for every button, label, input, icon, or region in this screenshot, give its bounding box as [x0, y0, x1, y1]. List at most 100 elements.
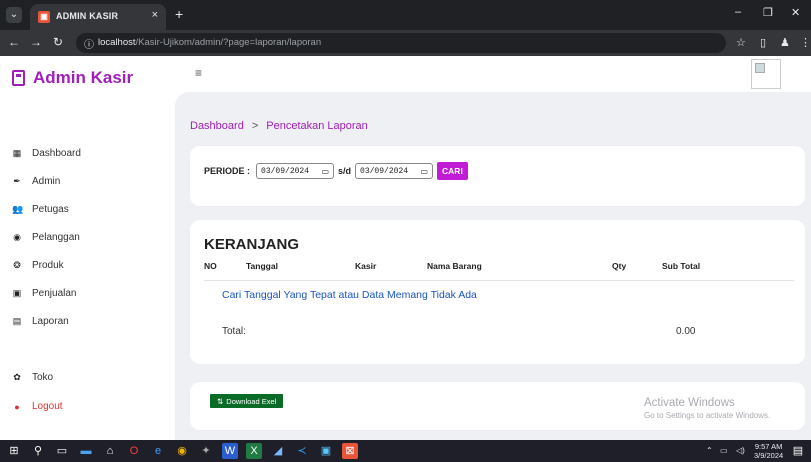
calculator-icon — [12, 70, 25, 86]
url-text: localhost/Kasir-Ujikom/admin/?page=lapor… — [98, 37, 322, 48]
table-header: NO Tanggal Kasir Nama Barang Qty Sub Tot… — [204, 261, 794, 275]
url-input[interactable]: ⓘ localhost/Kasir-Ujikom/admin/?page=lap… — [76, 33, 726, 53]
sidebar-item-toko[interactable]: ✿ Toko — [12, 372, 53, 383]
minimize-icon[interactable]: – — [735, 6, 741, 18]
logout-icon: ● — [14, 401, 20, 412]
sidebar-item-label: Penjualan — [32, 288, 77, 299]
date-to-input[interactable]: 03/09/2024 ▭ — [355, 163, 434, 179]
total-label: Total: — [222, 326, 246, 337]
browser-tab[interactable]: ▣ ADMIN KASIR × — [30, 4, 166, 30]
word-icon[interactable]: W — [222, 443, 238, 459]
store-icon: ✿ — [13, 372, 21, 382]
new-tab-icon[interactable]: + — [175, 6, 183, 22]
sidebar-item-label: Produk — [32, 260, 64, 271]
sidebar-item-penjualan[interactable]: ▣ Penjualan — [12, 288, 77, 299]
empty-result-message: Cari Tanggal Yang Tepat atau Data Memang… — [222, 289, 477, 301]
app-icon[interactable]: ✦ — [198, 443, 214, 459]
product-icon: ❂ — [13, 260, 21, 270]
sidebar-item-admin[interactable]: ✒ Admin — [12, 176, 60, 187]
excel-app-icon[interactable]: X — [246, 443, 262, 459]
tab-search-icon[interactable]: ⌄ — [6, 7, 22, 23]
breadcrumb-separator: > — [251, 120, 259, 132]
sidebar-item-pelanggan[interactable]: ◉ Pelanggan — [12, 232, 80, 243]
site-info-icon[interactable]: ⓘ — [84, 36, 94, 51]
watermark-subtitle: Go to Settings to activate Windows. — [644, 411, 771, 420]
brand[interactable]: Admin Kasir — [12, 68, 133, 88]
activate-windows-watermark: Activate Windows Go to Settings to activ… — [644, 397, 770, 420]
dashboard-icon: ▦ — [12, 148, 22, 158]
edge-icon[interactable]: e — [150, 443, 166, 459]
sidebar-item-label: Dashboard — [32, 148, 81, 159]
calendar-icon[interactable]: ▭ — [420, 167, 428, 176]
download-excel-button[interactable]: ⇅ Download Exel — [210, 394, 284, 408]
volume-icon[interactable]: ◁) — [736, 446, 745, 455]
column-header-no: NO — [204, 261, 217, 271]
total-value: 0.00 — [676, 326, 696, 337]
report-icon: ▤ — [12, 316, 22, 326]
side-panel-icon[interactable]: ▯ — [760, 36, 766, 49]
keranjang-title: KERANJANG — [204, 236, 300, 253]
back-icon[interactable]: ← — [8, 35, 20, 49]
sidebar-item-label: Toko — [32, 372, 54, 383]
top-bar: ≡ — [175, 56, 811, 92]
vscode-icon[interactable]: ≺ — [294, 443, 310, 459]
windows-start-icon[interactable]: ⊞ — [6, 443, 22, 459]
taskbar-clock[interactable]: 9:57 AM 3/9/2024 — [754, 442, 783, 460]
file-explorer-icon[interactable]: ▬ — [78, 443, 94, 459]
profile-icon[interactable]: ♟ — [780, 36, 790, 49]
sidebar-item-label: Logout — [32, 401, 63, 412]
maximize-icon[interactable]: ❐ — [763, 6, 773, 19]
date-from-value: 03/09/2024 — [261, 166, 310, 176]
tab-close-icon[interactable]: × — [152, 9, 158, 21]
column-header-sub-total: Sub Total — [662, 261, 701, 271]
task-view-icon[interactable]: ▭ — [54, 443, 70, 459]
calendar-icon[interactable]: ▭ — [321, 167, 329, 176]
browser-menu-icon[interactable]: ⋮ — [800, 36, 811, 49]
download-excel-label: Download Exel — [226, 396, 277, 406]
breadcrumb-current: Pencetakan Laporan — [266, 120, 368, 132]
search-button[interactable]: CARI — [437, 162, 468, 180]
xampp-icon[interactable]: ⊠ — [342, 443, 358, 459]
column-header-qty: Qty — [612, 261, 627, 271]
sidebar-item-logout[interactable]: ● Logout — [12, 401, 63, 412]
search-icon[interactable]: ⚲ — [30, 443, 46, 459]
chrome-icon[interactable]: ◉ — [174, 443, 190, 459]
hamburger-menu-icon[interactable]: ≡ — [195, 66, 202, 80]
excel-icon: ⇅ — [217, 396, 224, 406]
opera-icon[interactable]: O — [126, 443, 142, 459]
users-icon: 👥 — [12, 204, 24, 214]
sidebar-item-label: Pelanggan — [32, 232, 80, 243]
sidebar-item-petugas[interactable]: 👥 Petugas — [12, 204, 69, 215]
avatar[interactable] — [751, 59, 781, 89]
periode-card: PERIODE : 03/09/2024 ▭ s/d 03/09/2024 ▭ … — [190, 146, 805, 206]
network-icon[interactable]: ▭ — [720, 446, 728, 455]
sidebar-item-laporan[interactable]: ▤ Laporan — [12, 316, 69, 327]
browser-tab-bar: ⌄ ▣ ADMIN KASIR × + – ❐ ✕ — [0, 0, 811, 30]
customer-icon: ◉ — [13, 232, 21, 242]
reload-icon[interactable]: ↻ — [53, 35, 63, 49]
breadcrumb: Dashboard > Pencetakan Laporan — [190, 120, 368, 132]
app-window: Admin Kasir ▦ Dashboard ✒ Admin 👥 Petuga… — [0, 56, 811, 440]
windows-taskbar: ⊞ ⚲ ▭ ▬ ⌂ O e ◉ ✦ W X ◢ ≺ ▣ ⊠ ⌃ ▭ ◁) 9:5… — [0, 440, 811, 462]
sidebar-item-label: Admin — [32, 176, 61, 187]
tray-chevron-icon[interactable]: ⌃ — [706, 446, 713, 455]
tab-favicon-icon: ▣ — [38, 11, 50, 23]
notifications-icon[interactable]: ▤ — [790, 443, 806, 459]
sidebar-item-produk[interactable]: ❂ Produk — [12, 260, 64, 271]
bookmark-star-icon[interactable]: ☆ — [736, 36, 746, 49]
terminal-icon[interactable]: ▣ — [318, 443, 334, 459]
breadcrumb-dashboard[interactable]: Dashboard — [190, 120, 244, 132]
admin-icon: ✒ — [13, 176, 21, 186]
sidebar-item-dashboard[interactable]: ▦ Dashboard — [12, 148, 81, 159]
column-header-kasir: Kasir — [355, 261, 377, 271]
main-content: Dashboard > Pencetakan Laporan PERIODE :… — [175, 92, 811, 440]
app-icon[interactable]: ◢ — [270, 443, 286, 459]
sidebar: Admin Kasir ▦ Dashboard ✒ Admin 👥 Petuga… — [0, 56, 175, 440]
store-app-icon[interactable]: ⌂ — [102, 443, 118, 459]
tab-title: ADMIN KASIR — [56, 11, 119, 21]
forward-icon[interactable]: → — [30, 35, 42, 49]
watermark-title: Activate Windows — [644, 397, 735, 409]
date-from-input[interactable]: 03/09/2024 ▭ — [256, 163, 335, 179]
date-to-value: 03/09/2024 — [360, 166, 409, 176]
close-window-icon[interactable]: ✕ — [791, 6, 800, 19]
